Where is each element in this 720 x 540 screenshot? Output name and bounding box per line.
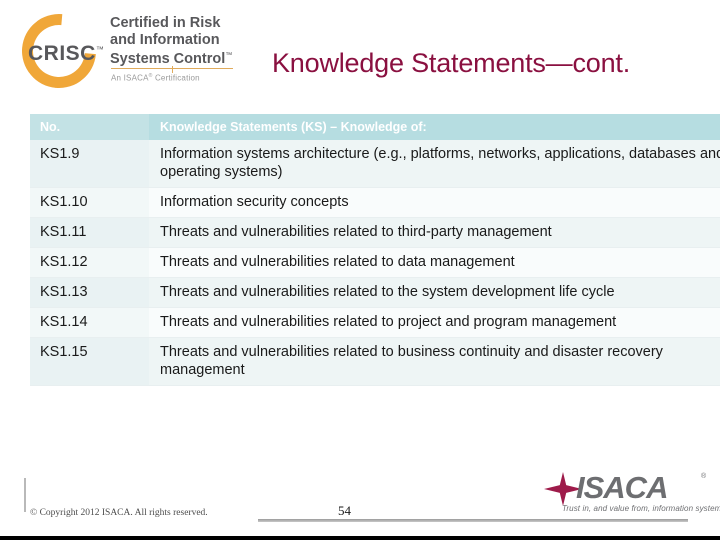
- column-header-no: No.: [30, 114, 149, 140]
- crisc-wordmark: CRISC™: [28, 42, 104, 66]
- isaca-tagline: Trust in, and value from, information sy…: [562, 504, 720, 513]
- table-row: KS1.15 Threats and vulnerabilities relat…: [30, 337, 720, 386]
- row-number: KS1.10: [30, 187, 149, 218]
- table-header-row: No. Knowledge Statements (KS) – Knowledg…: [30, 114, 720, 140]
- row-number: KS1.15: [30, 337, 149, 386]
- row-statement: Threats and vulnerabilities related to t…: [149, 217, 720, 248]
- crisc-wordmark-text: CRISC: [28, 42, 96, 65]
- crisc-certification-note: An ISACA® Certification: [111, 73, 200, 83]
- isaca-registered-symbol: ®: [701, 473, 707, 480]
- footer-divider-rule: [258, 519, 688, 522]
- table-row: KS1.11 Threats and vulnerabilities relat…: [30, 217, 720, 248]
- row-number: KS1.9: [30, 140, 149, 188]
- table-header: No. Knowledge Statements (KS) – Knowledg…: [30, 114, 720, 140]
- knowledge-statements-table: No. Knowledge Statements (KS) – Knowledg…: [30, 114, 720, 386]
- table-row: KS1.13 Threats and vulnerabilities relat…: [30, 277, 720, 308]
- row-statement: Threats and vulnerabilities related to d…: [149, 247, 720, 278]
- footer-left-accent-bar: [24, 478, 26, 512]
- table-body: KS1.9 Information systems architecture (…: [30, 140, 720, 386]
- slide: CRISC™ Certified in Risk and Information…: [0, 0, 720, 540]
- crisc-tagline-line-1: Certified in Risk: [110, 15, 221, 31]
- crisc-tagline-block: Certified in Risk and Information System…: [110, 15, 255, 67]
- copyright-text: © Copyright 2012 ISACA. All rights reser…: [30, 508, 208, 518]
- row-statement: Information security concepts: [149, 187, 720, 218]
- crisc-tagline-line-3: Systems Control™: [110, 48, 255, 67]
- row-number: KS1.11: [30, 217, 149, 248]
- row-statement: Information systems architecture (e.g., …: [149, 140, 720, 188]
- page-number: 54: [338, 503, 351, 518]
- crisc-certification-note-text: An ISACA: [111, 73, 149, 83]
- row-statement: Threats and vulnerabilities related to b…: [149, 337, 720, 386]
- crisc-tagline-line-3-text: Systems Control: [110, 50, 226, 67]
- crisc-tagline-line-2: and Information: [110, 31, 220, 48]
- table-row: KS1.10 Information security concepts: [30, 187, 720, 218]
- isaca-logo: ISACA ® Trust in, and value from, inform…: [540, 470, 720, 518]
- crisc-trademark-symbol: ™: [95, 45, 105, 54]
- table-row: KS1.12 Threats and vulnerabilities relat…: [30, 247, 720, 278]
- row-number: KS1.12: [30, 247, 149, 278]
- crisc-logo-divider: [111, 66, 233, 73]
- column-header-knowledge-statements: Knowledge Statements (KS) – Knowledge of…: [149, 114, 720, 140]
- page-title: Knowledge Statements—cont.: [272, 48, 631, 78]
- row-statement: Threats and vulnerabilities related to p…: [149, 307, 720, 338]
- row-statement: Threats and vulnerabilities related to t…: [149, 277, 720, 308]
- crisc-certification-note-tail: Certification: [152, 73, 200, 83]
- crisc-tagline-trademark-symbol: ™: [225, 52, 233, 59]
- isaca-wordmark: ISACA: [576, 470, 668, 505]
- table-row: KS1.9 Information systems architecture (…: [30, 140, 720, 188]
- row-number: KS1.13: [30, 277, 149, 308]
- table-row: KS1.14 Threats and vulnerabilities relat…: [30, 307, 720, 338]
- crisc-logo: CRISC™ Certified in Risk and Information…: [6, 0, 255, 104]
- row-number: KS1.14: [30, 307, 149, 338]
